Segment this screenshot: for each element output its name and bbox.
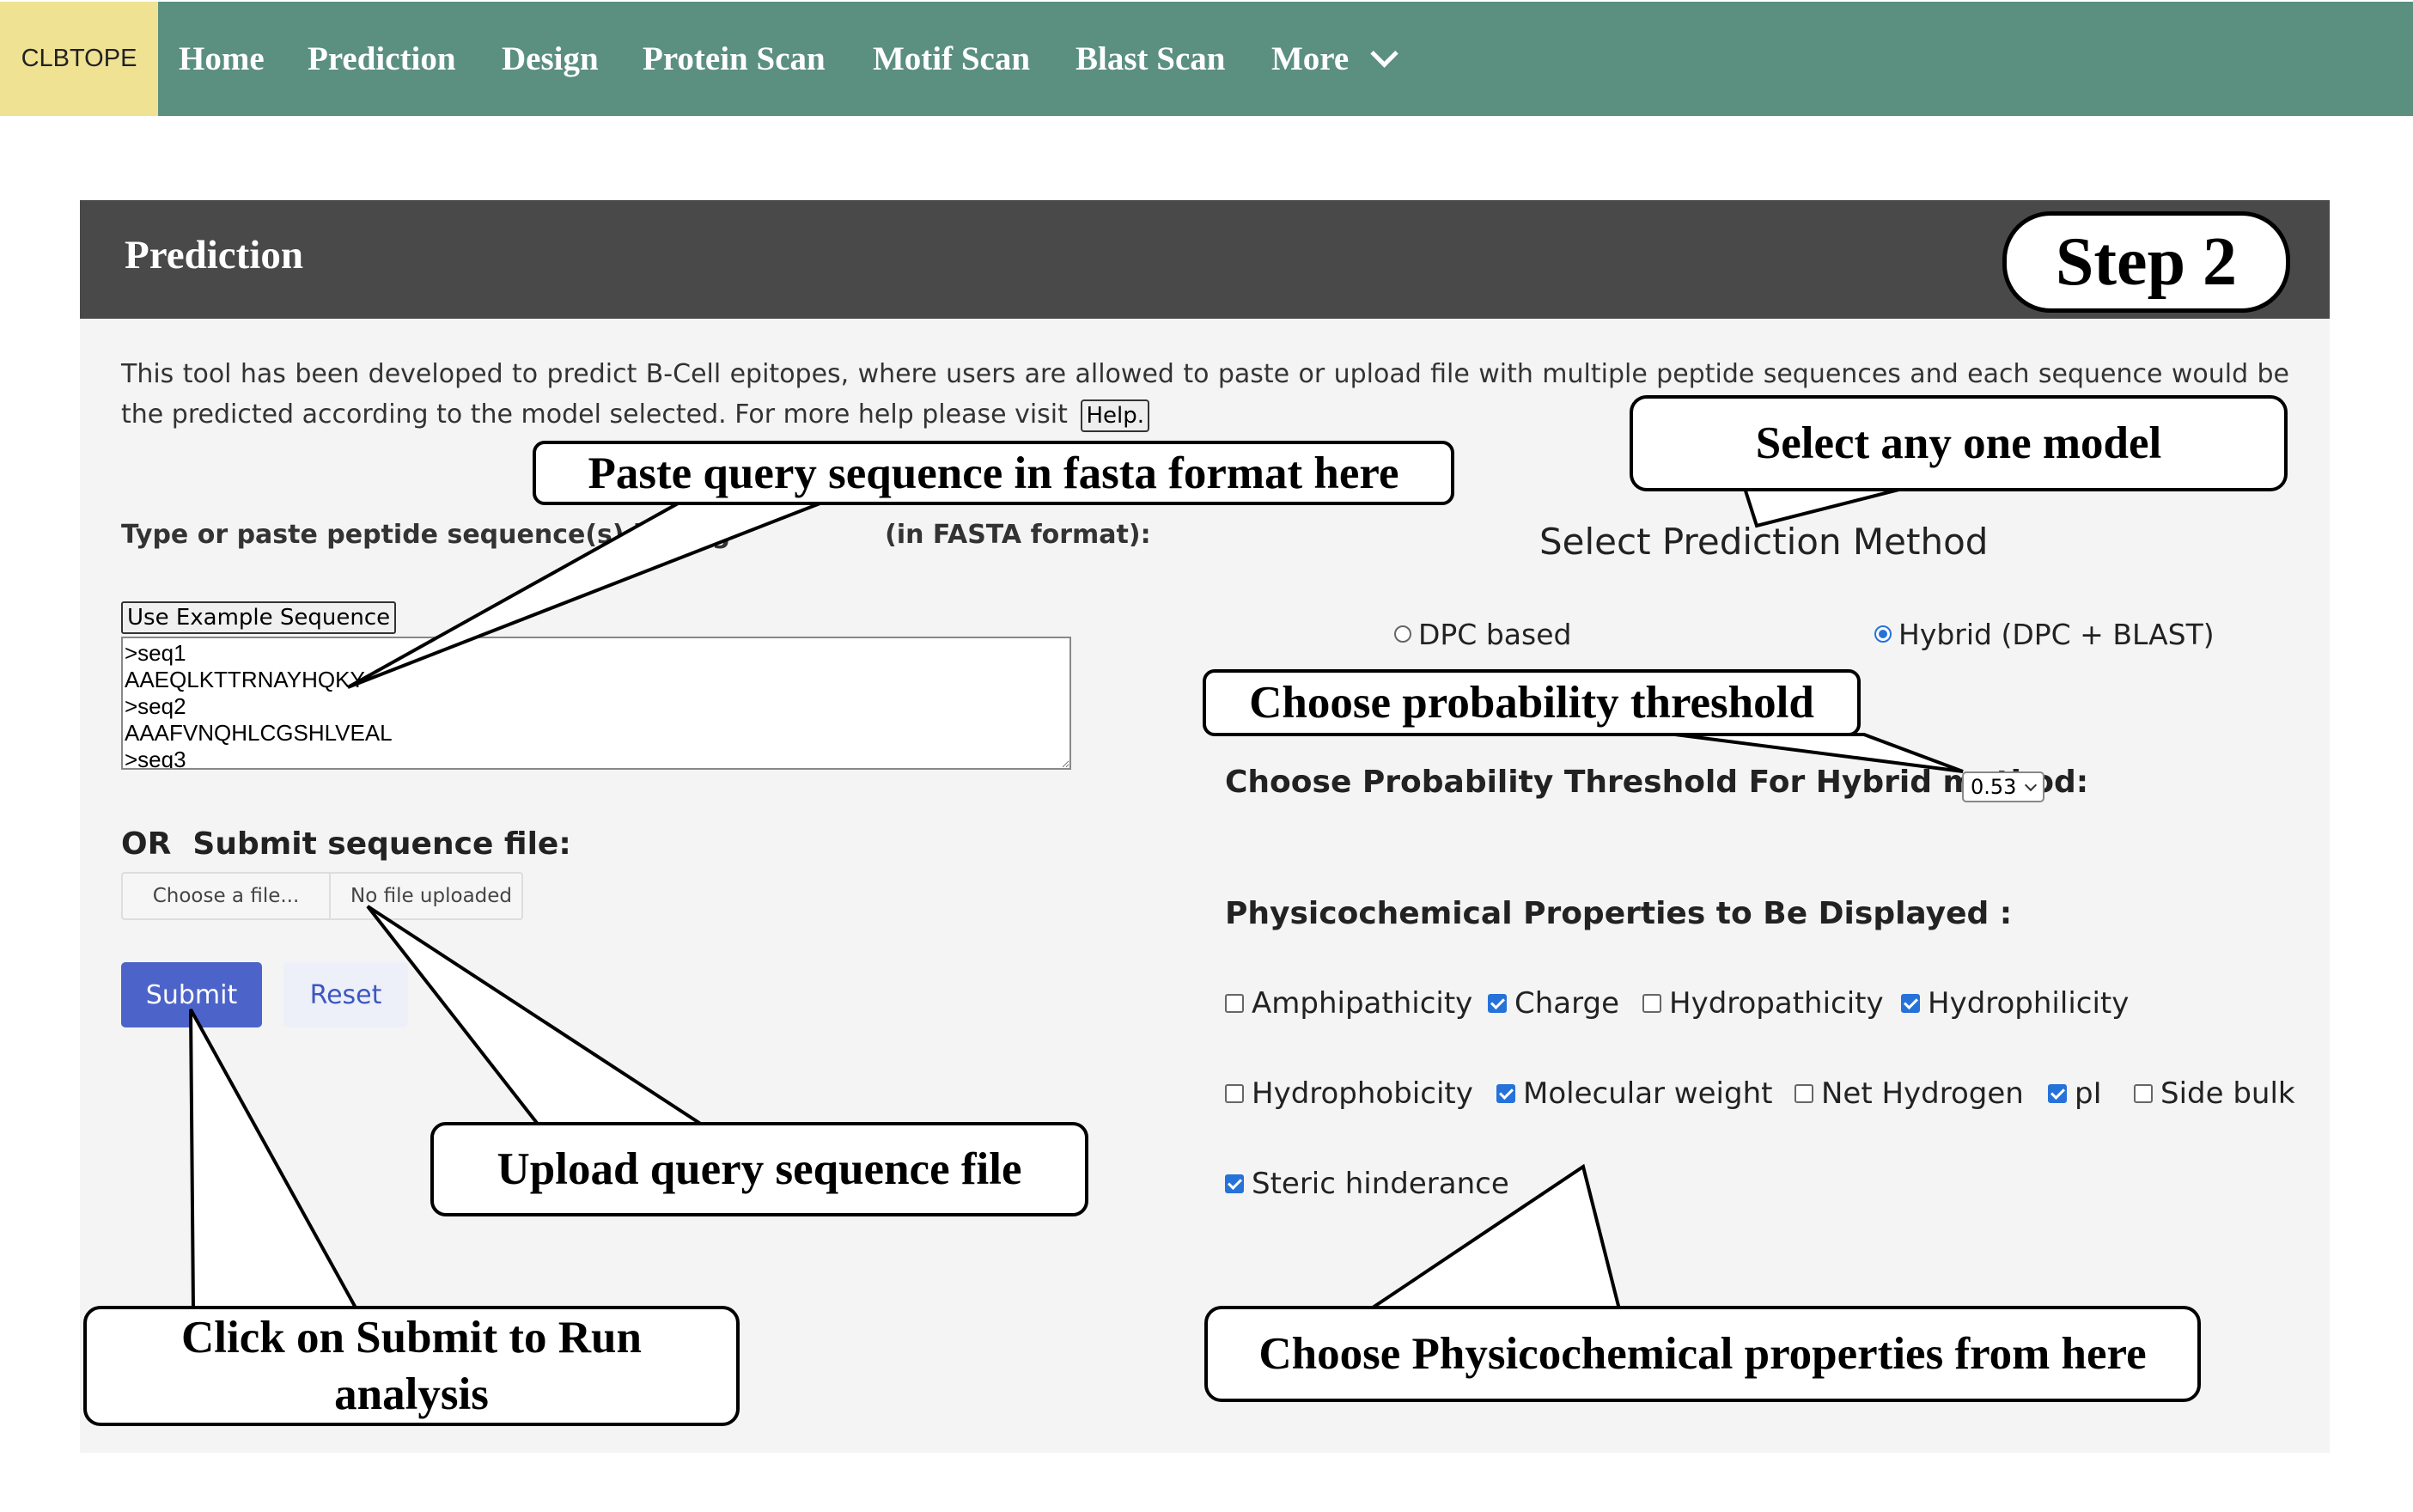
checkbox[interactable]	[1496, 1084, 1515, 1103]
property-label: Charge	[1514, 986, 1620, 1021]
method-label: Hybrid (DPC + BLAST)	[1898, 617, 2215, 651]
brand-logo[interactable]: CLBTOPE	[0, 2, 158, 116]
checkbox[interactable]	[1488, 994, 1507, 1013]
property-label: Hydrophobicity	[1252, 1076, 1473, 1111]
callout-props: Choose Physicochemical properties from h…	[1204, 1306, 2201, 1402]
checkbox[interactable]	[2048, 1084, 2067, 1103]
nav-prediction[interactable]: Prediction	[308, 2, 456, 116]
step-badge: Step 2	[2002, 211, 2290, 313]
use-example-button[interactable]: Use Example Sequence	[121, 601, 397, 634]
checkbox[interactable]	[1795, 1084, 1813, 1103]
reset-button[interactable]: Reset	[283, 962, 408, 1027]
callout-submit: Click on Submit to Run analysis	[83, 1306, 740, 1426]
threshold-select[interactable]: 0.53	[1962, 771, 2044, 802]
sequence-textarea[interactable]: >seq1 AAEQLKTTRNAYHQKY >seq2 AAAFVNQHLCG…	[121, 637, 1071, 770]
callout-threshold: Choose probability threshold	[1203, 669, 1861, 736]
property-label: Net Hydrogen	[1821, 1076, 2024, 1111]
property-label: Steric hinderance	[1252, 1167, 1509, 1201]
sequence-line: >seq3	[125, 747, 186, 770]
submit-button[interactable]: Submit	[121, 962, 262, 1027]
method-label: DPC based	[1418, 617, 1572, 651]
property-side-bulk[interactable]: Side bulk	[2134, 1076, 2295, 1111]
callout-submit-line2: analysis	[334, 1369, 489, 1419]
checkbox[interactable]	[1642, 994, 1661, 1013]
property-label: pI	[2075, 1076, 2102, 1111]
threshold-label: Choose Probability Threshold For Hybrid …	[1225, 765, 2089, 800]
property-pi[interactable]: pI	[2048, 1076, 2102, 1111]
file-upload-label: OR Submit sequence file:	[121, 826, 571, 862]
checkbox[interactable]	[1901, 994, 1920, 1013]
callout-model: Select any one model	[1630, 395, 2288, 491]
nav-home[interactable]: Home	[179, 2, 265, 116]
chevron-down-icon	[1370, 40, 1398, 68]
sequence-label-end: (in FASTA format):	[885, 520, 1151, 550]
property-label: Molecular weight	[1523, 1076, 1773, 1111]
property-hydropathicity[interactable]: Hydropathicity	[1642, 986, 1884, 1021]
nav-more-label: More	[1271, 40, 1350, 77]
checkbox[interactable]	[1225, 994, 1244, 1013]
checkbox[interactable]	[1225, 1084, 1244, 1103]
property-charge[interactable]: Charge	[1488, 986, 1619, 1021]
property-molecular-weight[interactable]: Molecular weight	[1496, 1076, 1772, 1111]
property-net-hydrogen[interactable]: Net Hydrogen	[1795, 1076, 2024, 1111]
sequence-line: AAAFVNQHLCGSHLVEAL	[125, 720, 393, 746]
choose-file-button[interactable]: Choose a file...	[123, 874, 331, 918]
panel-header	[80, 200, 2330, 319]
property-steric-hinderance[interactable]: Steric hinderance	[1225, 1167, 1509, 1201]
prediction-method-title: Select Prediction Method	[1539, 521, 1989, 563]
file-name-display: No file uploaded	[350, 885, 513, 907]
callout-paste: Paste query sequence in fasta format her…	[533, 441, 1454, 505]
sequence-label: Type or paste peptide sequence(s) in sin…	[121, 520, 1151, 550]
radio-button[interactable]	[1394, 625, 1411, 643]
panel-title: Prediction	[125, 233, 303, 277]
property-label: Hydrophilicity	[1928, 986, 2130, 1021]
radio-button[interactable]	[1874, 625, 1892, 643]
method-option-hybrid[interactable]: Hybrid (DPC + BLAST)	[1874, 617, 2215, 651]
help-link[interactable]: Help.	[1081, 399, 1149, 432]
sequence-line: >seq2	[125, 693, 186, 719]
checkbox[interactable]	[1225, 1174, 1244, 1193]
property-hydrophilicity[interactable]: Hydrophilicity	[1901, 986, 2129, 1021]
callout-submit-line1: Click on Submit to Run	[180, 1313, 643, 1363]
nav-blast-scan[interactable]: Blast Scan	[1075, 2, 1225, 116]
property-label: Side bulk	[2160, 1076, 2295, 1111]
chevron-down-icon	[2025, 778, 2038, 791]
method-option-dpc[interactable]: DPC based	[1394, 617, 1571, 651]
sequence-line: AAEQLKTTRNAYHQKY	[125, 667, 365, 692]
properties-label: Physicochemical Properties to Be Display…	[1225, 896, 2013, 931]
nav-design[interactable]: Design	[502, 2, 599, 116]
property-label: Hydropathicity	[1669, 986, 1884, 1021]
nav-motif-scan[interactable]: Motif Scan	[873, 2, 1030, 116]
property-label: Amphipathicity	[1252, 986, 1473, 1021]
callout-upload: Upload query sequence file	[430, 1122, 1088, 1216]
sequence-label-start: Type or paste peptide sequence(s) in sin…	[121, 520, 731, 550]
threshold-value: 0.53	[1971, 775, 2017, 799]
nav-more[interactable]: More	[1271, 2, 1398, 116]
property-hydrophobicity[interactable]: Hydrophobicity	[1225, 1076, 1473, 1111]
checkbox[interactable]	[2134, 1084, 2153, 1103]
nav-protein-scan[interactable]: Protein Scan	[643, 2, 826, 116]
property-amphipathicity[interactable]: Amphipathicity	[1225, 986, 1472, 1021]
sequence-line: >seq1	[125, 640, 186, 666]
